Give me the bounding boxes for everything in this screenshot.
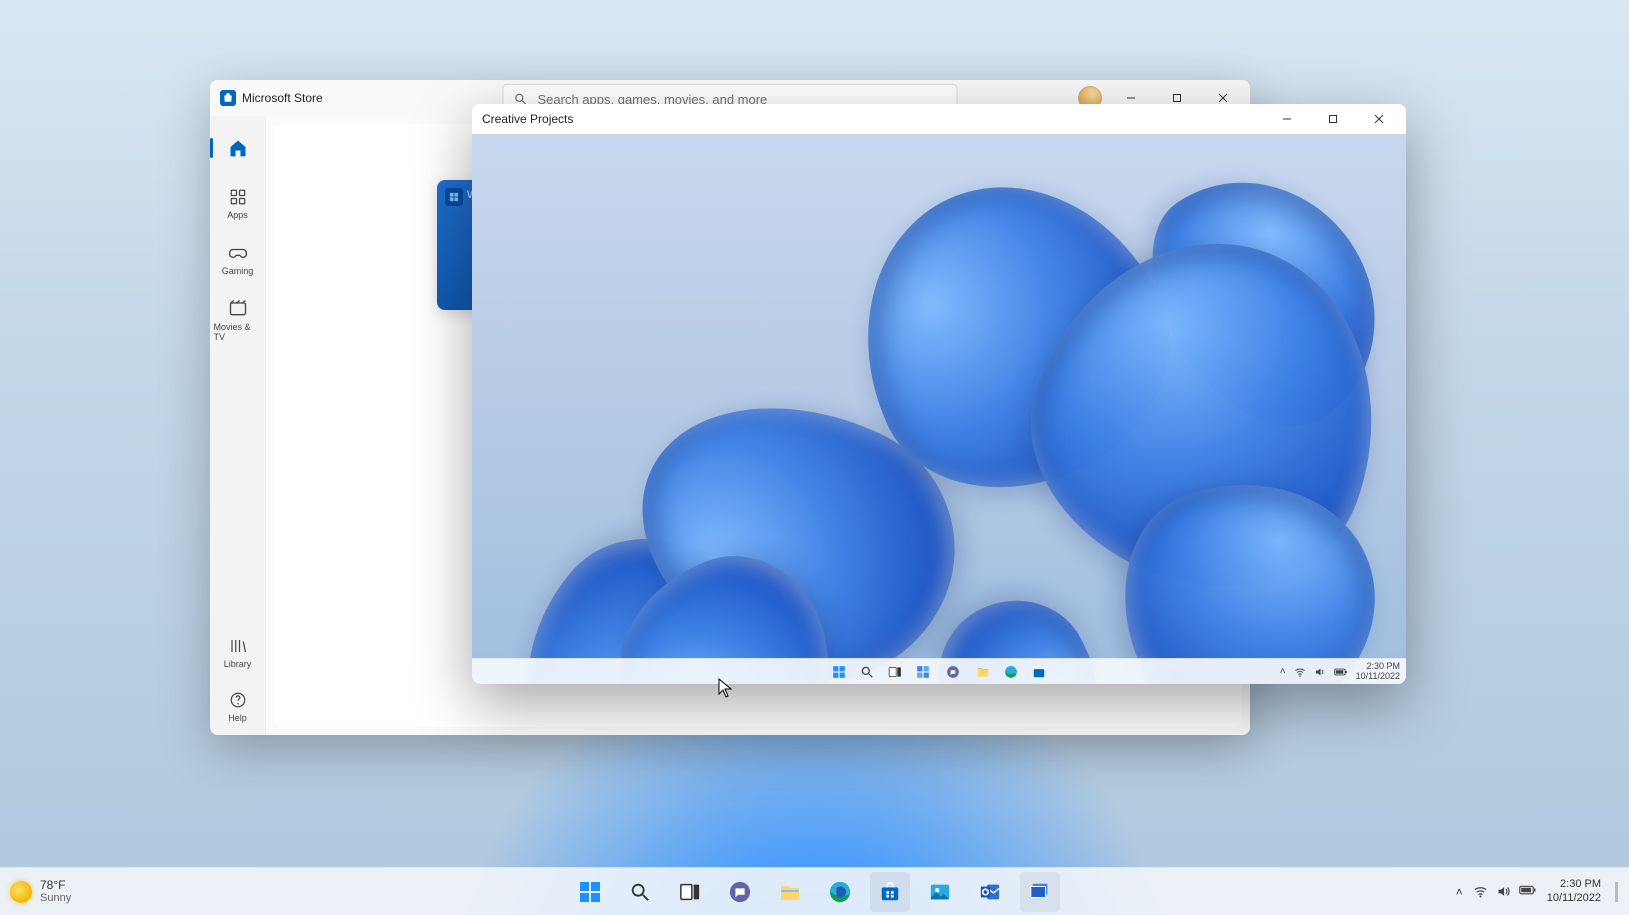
taskbar-desktops-button[interactable] xyxy=(1020,872,1060,912)
taskbar-explorer-button[interactable] xyxy=(770,872,810,912)
tray-chevron-icon[interactable]: ˄ xyxy=(1456,885,1463,899)
edge-icon xyxy=(828,880,852,904)
creative-window-controls xyxy=(1264,104,1402,135)
taskbar-clock[interactable]: 2:30 PM 10/11/2022 xyxy=(1547,878,1601,904)
product-hero-badge-icon xyxy=(445,188,463,206)
vt-chat-icon[interactable] xyxy=(942,663,964,681)
photos-icon xyxy=(928,880,952,904)
creative-titlebar[interactable]: Creative Projects xyxy=(472,104,1406,134)
gaming-icon xyxy=(228,242,248,262)
tray-battery-icon[interactable] xyxy=(1519,884,1537,899)
vt-taskview-icon[interactable] xyxy=(886,663,904,681)
taskbar-center xyxy=(570,872,1060,912)
taskbar-weather[interactable]: 78°F Sunny xyxy=(10,879,71,904)
search-icon xyxy=(628,880,652,904)
creative-close-button[interactable] xyxy=(1356,104,1402,135)
sidebar-item-home[interactable] xyxy=(214,124,262,172)
weather-sun-icon xyxy=(10,881,32,903)
store-app-icon xyxy=(220,90,236,106)
creative-title-text: Creative Projects xyxy=(482,112,573,126)
store-sidebar: Apps Gaming Movies & TV Library xyxy=(210,116,266,735)
vt-volume-icon[interactable] xyxy=(1314,666,1326,678)
sidebar-item-movies[interactable]: Movies & TV xyxy=(214,288,262,348)
store-icon xyxy=(878,880,902,904)
taskbar-time: 2:30 PM xyxy=(1547,878,1601,891)
vt-explorer-icon[interactable] xyxy=(974,663,992,681)
vt-battery-icon[interactable] xyxy=(1334,667,1348,677)
tray-wifi-icon[interactable] xyxy=(1473,884,1488,899)
library-icon xyxy=(229,637,247,655)
taskbar-notifications-button[interactable] xyxy=(1615,882,1619,902)
sidebar-item-library[interactable]: Library xyxy=(214,627,262,675)
start-icon xyxy=(578,880,602,904)
sidebar-item-apps[interactable]: Apps xyxy=(214,178,262,226)
taskbar-right: ˄ 2:30 PM 10/11/2022 xyxy=(1456,878,1619,904)
vt-edge-icon[interactable] xyxy=(1002,663,1020,681)
movies-icon xyxy=(228,298,248,318)
sidebar-label-apps: Apps xyxy=(227,210,248,220)
help-icon xyxy=(229,691,247,709)
apps-icon xyxy=(229,188,247,206)
sidebar-item-gaming[interactable]: Gaming xyxy=(214,232,262,282)
explorer-icon xyxy=(778,880,802,904)
taskbar-start-button[interactable] xyxy=(570,872,610,912)
sidebar-label-gaming: Gaming xyxy=(222,266,254,276)
creative-viewport: ˄ 2:30 PM 10/11/2022 xyxy=(472,134,1406,684)
creative-title: Creative Projects xyxy=(482,112,573,126)
tray-volume-icon[interactable] xyxy=(1496,884,1511,899)
virtual-desktop-taskbar: ˄ 2:30 PM 10/11/2022 xyxy=(472,658,1406,684)
taskbar-photos-button[interactable] xyxy=(920,872,960,912)
taskbar-chat-button[interactable] xyxy=(720,872,760,912)
taskbar-date: 10/11/2022 xyxy=(1547,892,1601,905)
sidebar-label-help: Help xyxy=(228,713,247,723)
taskbar-outlook-button[interactable] xyxy=(970,872,1010,912)
desktops-icon xyxy=(1028,880,1052,904)
sidebar-label-library: Library xyxy=(224,659,252,669)
chat-icon xyxy=(728,880,752,904)
virtual-taskbar-center xyxy=(830,663,1048,681)
taskbar-search-button[interactable] xyxy=(620,872,660,912)
vt-date: 10/11/2022 xyxy=(1356,672,1400,682)
store-title: Microsoft Store xyxy=(220,90,323,106)
taskview-icon xyxy=(678,880,702,904)
store-title-text: Microsoft Store xyxy=(242,91,323,105)
vt-widgets-icon[interactable] xyxy=(914,663,932,681)
vt-search-icon[interactable] xyxy=(858,663,876,681)
weather-temp: 78°F xyxy=(40,879,71,892)
virtual-taskbar-tray: ˄ 2:30 PM 10/11/2022 xyxy=(1280,662,1400,682)
vt-clock[interactable]: 2:30 PM 10/11/2022 xyxy=(1356,662,1400,682)
creative-minimize-button[interactable] xyxy=(1264,104,1310,135)
taskbar-edge-button[interactable] xyxy=(820,872,860,912)
sidebar-item-help[interactable]: Help xyxy=(214,681,262,729)
host-taskbar: 78°F Sunny xyxy=(0,867,1629,915)
creative-projects-window: Creative Projects xyxy=(472,104,1406,684)
outlook-icon xyxy=(978,880,1002,904)
weather-condition: Sunny xyxy=(40,892,71,904)
vt-wifi-icon[interactable] xyxy=(1294,666,1306,678)
creative-maximize-button[interactable] xyxy=(1310,104,1356,135)
vt-tray-chevron-icon[interactable]: ˄ xyxy=(1280,666,1286,677)
vt-start-icon[interactable] xyxy=(830,663,848,681)
sidebar-label-movies: Movies & TV xyxy=(214,322,262,342)
taskbar-store-button[interactable] xyxy=(870,872,910,912)
bloom-wallpaper-art xyxy=(472,134,1406,684)
taskbar-taskview-button[interactable] xyxy=(670,872,710,912)
home-icon xyxy=(228,138,248,158)
vt-store-icon[interactable] xyxy=(1030,663,1048,681)
